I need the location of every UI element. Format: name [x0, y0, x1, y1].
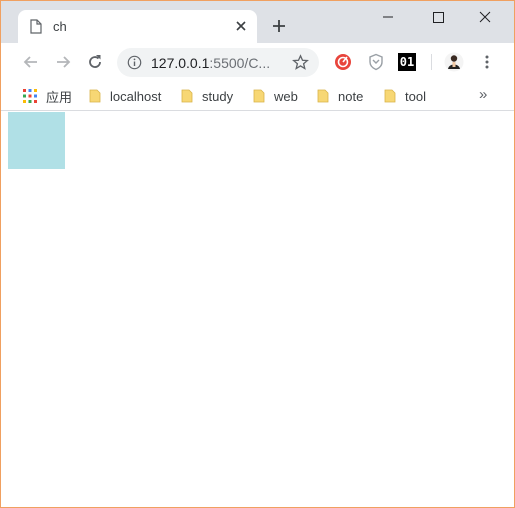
url-path: :5500/C... — [209, 55, 271, 71]
folder-icon — [384, 89, 396, 103]
back-arrow-icon[interactable] — [21, 52, 41, 72]
extension-shield-icon[interactable] — [367, 53, 385, 71]
menu-kebab-icon[interactable] — [478, 53, 496, 71]
toolbar-separator — [431, 54, 432, 70]
close-tab-icon[interactable] — [234, 19, 248, 33]
bookmark-study[interactable]: study — [181, 87, 233, 105]
url-text[interactable]: 127.0.0.1:5500/C... — [151, 55, 281, 71]
bookmark-label: localhost — [110, 88, 162, 104]
extension-red-icon[interactable] — [334, 53, 352, 71]
bookmark-star-icon[interactable] — [292, 54, 309, 71]
bookmark-tool[interactable]: tool — [384, 87, 426, 105]
address-bar[interactable]: 127.0.0.1:5500/C... — [117, 48, 319, 77]
bookmarks-overflow-chevron-icon[interactable]: » — [479, 86, 487, 103]
bookmark-label: note — [338, 88, 364, 104]
tab-strip: ch — [1, 1, 514, 43]
close-window-icon[interactable] — [470, 7, 500, 27]
browser-window: ch 127.0.0.1:5500/C... 01 应用 localhost s… — [0, 0, 515, 508]
bookmark-apps[interactable]: 应用 — [23, 87, 72, 105]
extension-01-badge[interactable]: 01 — [398, 53, 416, 71]
new-tab-icon[interactable] — [271, 18, 287, 34]
profile-avatar[interactable] — [444, 52, 464, 72]
bookmark-label: web — [274, 88, 298, 104]
toolbar: 127.0.0.1:5500/C... 01 — [1, 43, 514, 81]
reload-icon[interactable] — [85, 52, 105, 72]
colored-box — [8, 112, 65, 169]
folder-icon — [181, 89, 193, 103]
document-icon — [30, 19, 42, 34]
url-host: 127.0.0.1 — [151, 55, 210, 71]
bookmark-label: study — [202, 88, 234, 104]
folder-icon — [89, 89, 101, 103]
bookmark-label: 应用 — [46, 89, 73, 105]
page-viewport — [1, 112, 514, 507]
folder-icon — [253, 89, 265, 103]
bookmark-note[interactable]: note — [317, 87, 363, 105]
minimize-icon[interactable] — [373, 7, 403, 27]
info-icon[interactable] — [127, 55, 142, 70]
apps-grid-icon — [23, 89, 37, 103]
bookmarks-bar: 应用 localhost study web note tool » — [1, 81, 514, 111]
bookmark-web[interactable]: web — [253, 87, 298, 105]
maximize-icon[interactable] — [423, 7, 453, 27]
tab-active[interactable]: ch — [18, 10, 257, 43]
tab-title: ch — [53, 19, 67, 34]
forward-arrow-icon[interactable] — [53, 52, 73, 72]
folder-icon — [317, 89, 329, 103]
bookmark-label: tool — [405, 88, 426, 104]
bookmark-localhost[interactable]: localhost — [89, 87, 161, 105]
